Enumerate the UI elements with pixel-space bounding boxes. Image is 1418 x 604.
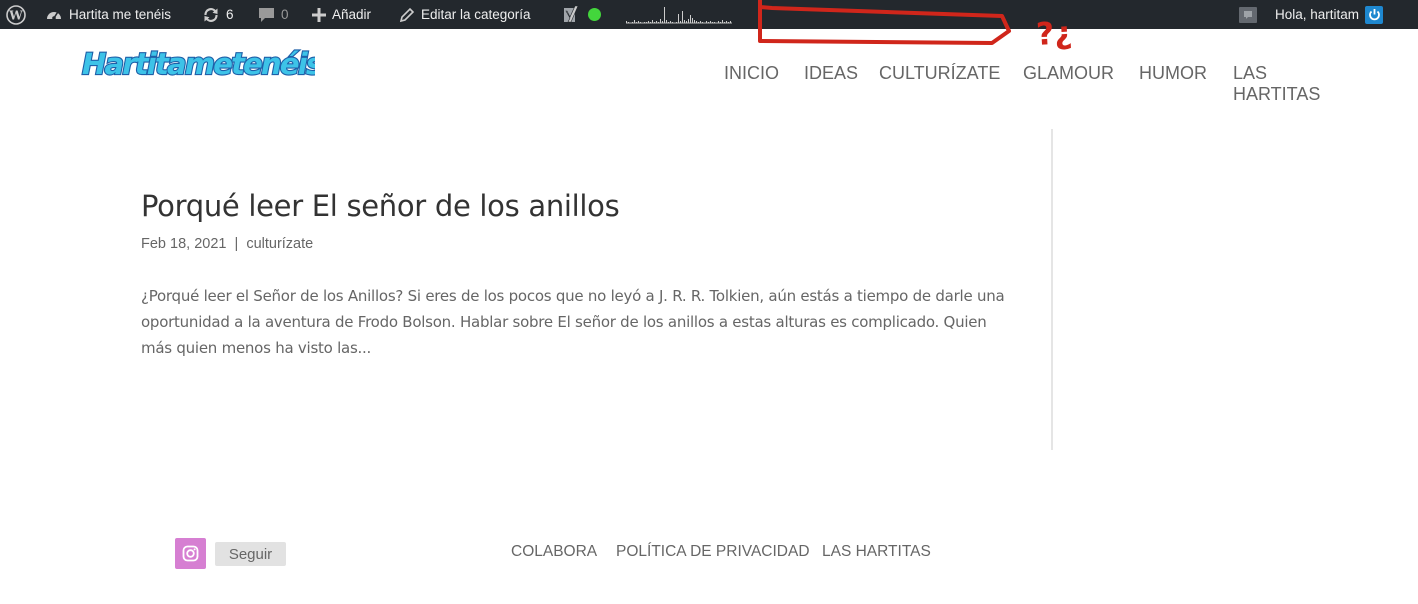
annotation-text: ?¿ [1035,15,1073,53]
footer-link-colabora[interactable]: COLABORA [511,543,597,561]
sparkline-bar [706,21,707,23]
sparkline-bar [712,22,713,23]
sparkline-bar [690,15,691,23]
sparkline-bar [632,22,633,23]
nav-ideas[interactable]: IDEAS [804,63,858,84]
sparkline-bar [668,22,669,23]
svg-text:W: W [8,8,23,22]
sparkline-bar [710,21,711,23]
nav-culturizate[interactable]: CULTURÍZATE [879,63,1000,84]
sparkline-bar [696,21,697,23]
post-excerpt: ¿Porqué leer el Señor de los Anillos? Si… [141,287,1005,357]
follow-button[interactable]: Seguir [215,542,286,566]
edit-label: Editar la categoría [421,7,531,22]
edit-category-link[interactable]: Editar la categoría [399,0,531,29]
meta-separator: | [234,236,239,252]
site-logo[interactable]: Hartitametenéis [80,42,315,84]
sparkline-bar [676,22,677,23]
nav-glamour[interactable]: GLAMOUR [1023,63,1114,84]
dashboard-gauge-icon [47,11,61,20]
footer-link-privacidad[interactable]: POLÍTICA DE PRIVACIDAD [616,543,810,561]
sparkline-bar [702,22,703,23]
wordpress-logo-icon[interactable]: W [6,0,26,29]
sparkline-bar [714,22,715,23]
sparkline-bar [654,22,655,23]
site-name: Hartita me tenéis [69,7,172,22]
sparkline-bar [720,22,721,23]
my-account[interactable]: Hola, hartitam [1275,0,1384,29]
sparkline-bar [628,22,629,23]
admin-site-link[interactable]: Hartita me tenéis [45,0,171,29]
instagram-icon [182,545,199,562]
sparkline-bar [652,20,653,23]
sparkline-bar [724,22,725,23]
pencil-icon [399,7,415,22]
refresh-icon [204,7,218,22]
sparkline-bar [726,21,727,23]
sparkline-bar [692,18,693,23]
nav-humor[interactable]: HUMOR [1139,63,1207,84]
sparkline-bar [670,21,671,23]
sparkline-bar [672,22,673,23]
sidebar-divider [1051,129,1053,450]
sparkline-bar [656,21,657,23]
post-meta: Feb 18, 2021 | culturízate [141,236,313,252]
updates-count: 6 [226,7,234,22]
sparkline-bar [644,22,645,23]
yoast-icon [564,5,579,22]
sparkline-bar [666,20,667,23]
sparkline-bar [626,21,627,23]
comments-count: 0 [281,7,289,22]
sparkline-bar [718,21,719,23]
sparkline-bar [650,22,651,23]
sparkline-bar [684,20,685,23]
seo-status-dot [588,8,601,21]
sparkline-bar [634,20,635,23]
avatar [1365,5,1384,24]
sparkline-bar [708,22,709,23]
sparkline-bar [638,21,639,23]
admin-bar: W Hartita me tenéis 6 0 Añadir Editar la… [0,0,1418,29]
sparkline-bar [686,21,687,23]
plus-icon [312,7,326,22]
comments-link[interactable]: 0 [258,0,289,29]
updates-link[interactable]: 6 [202,0,234,29]
sparkline-bar [636,22,637,23]
greeting: Hola, hartitam [1275,7,1360,22]
sparkline-bar [688,19,689,23]
new-label: Añadir [332,7,372,22]
sparkline-bar [648,21,649,23]
sparkline-bar [678,14,679,23]
sparkline-bar [680,21,681,23]
new-content-link[interactable]: Añadir [312,0,371,29]
sparkline-bar [662,21,663,23]
yoast-seo-menu[interactable] [562,0,601,29]
sparkline-bar [722,20,723,23]
post-title[interactable]: Porqué leer El señor de los anillos [141,189,620,223]
sparkline-bar [700,21,701,23]
sparkline-bar [730,21,731,23]
nav-inicio[interactable]: INICIO [724,63,779,84]
sparkline-bar [640,22,641,23]
stats-sparkline[interactable] [626,4,732,24]
sparkline-bar [664,7,665,23]
sparkline-bar [658,22,659,23]
logo-text: Hartitametenéis [82,47,315,81]
sparkline-bar [694,20,695,23]
instagram-button[interactable] [175,538,206,569]
sparkline-bar [646,22,647,23]
sparkline-bar [698,22,699,23]
footer-link-las-hartitas[interactable]: LAS HARTITAS [822,543,931,561]
red-annotation: ?¿ [758,0,1073,53]
post-date: Feb 18, 2021 [141,236,227,252]
notifications-button[interactable] [1238,0,1258,29]
post-category-link[interactable]: culturízate [246,236,313,252]
sparkline-bar [728,22,729,23]
nav-las-hartitas[interactable]: LAS HARTITAS [1233,63,1320,105]
comment-bubble-icon [259,8,274,22]
speech-bubble-icon [1239,6,1257,23]
sparkline-bar [682,11,683,23]
power-icon [1368,9,1380,21]
sparkline-bar [660,19,661,23]
